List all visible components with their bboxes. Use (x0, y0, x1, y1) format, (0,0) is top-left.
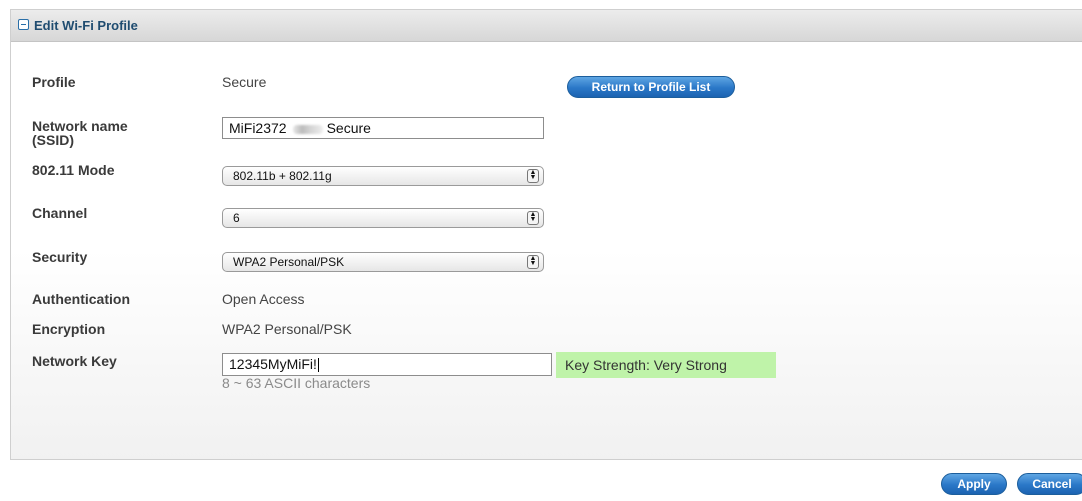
network-key-label: Network Key (32, 353, 117, 369)
mode-label: 802.11 Mode (32, 162, 115, 178)
network-key-input[interactable]: 12345MyMiFi! (222, 353, 552, 376)
ssid-label-line2: (SSID) (32, 132, 74, 148)
mode-value: 802.11b + 802.11g (233, 169, 332, 183)
channel-label: Channel (32, 205, 88, 221)
ssid-suffix: Secure (326, 120, 371, 136)
security-value: WPA2 Personal/PSK (233, 255, 345, 269)
return-to-profile-list-button[interactable]: Return to Profile List (567, 76, 735, 98)
collapse-icon[interactable] (18, 19, 29, 30)
security-label: Security (32, 249, 88, 265)
ssid-input[interactable]: MiFi2372 Secure (222, 117, 544, 139)
cancel-button[interactable]: Cancel (1017, 473, 1082, 495)
encryption-label: Encryption (32, 321, 106, 337)
profile-label: Profile (32, 74, 76, 90)
authentication-value: Open Access (222, 291, 305, 307)
edit-profile-panel: Edit Wi-Fi Profile (10, 9, 1082, 460)
ssid-redacted (292, 124, 323, 134)
panel-header: Edit Wi-Fi Profile (11, 10, 1082, 42)
panel-title: Edit Wi-Fi Profile (34, 18, 138, 33)
security-select[interactable]: WPA2 Personal/PSK ▲ ▼ (222, 252, 544, 272)
text-caret (317, 358, 319, 373)
network-key-hint: 8 ~ 63 ASCII characters (222, 375, 371, 391)
select-arrows-icon: ▲ ▼ (527, 169, 539, 183)
ssid-prefix: MiFi2372 (229, 120, 287, 136)
mode-select[interactable]: 802.11b + 802.11g ▲ ▼ (222, 166, 544, 186)
authentication-label: Authentication (32, 291, 130, 307)
encryption-value: WPA2 Personal/PSK (222, 321, 352, 337)
profile-value: Secure (222, 74, 267, 90)
select-arrows-icon: ▲ ▼ (527, 211, 539, 225)
apply-button[interactable]: Apply (941, 473, 1007, 495)
select-arrows-icon: ▲ ▼ (527, 255, 539, 269)
network-key-value: 12345MyMiFi! (229, 356, 317, 372)
channel-select[interactable]: 6 ▲ ▼ (222, 208, 544, 228)
ssid-label: Network name (SSID) (32, 119, 128, 147)
ssid-label-line1: Network name (32, 118, 128, 134)
key-strength-badge: Key Strength: Very Strong (556, 352, 776, 378)
channel-value: 6 (233, 211, 240, 225)
